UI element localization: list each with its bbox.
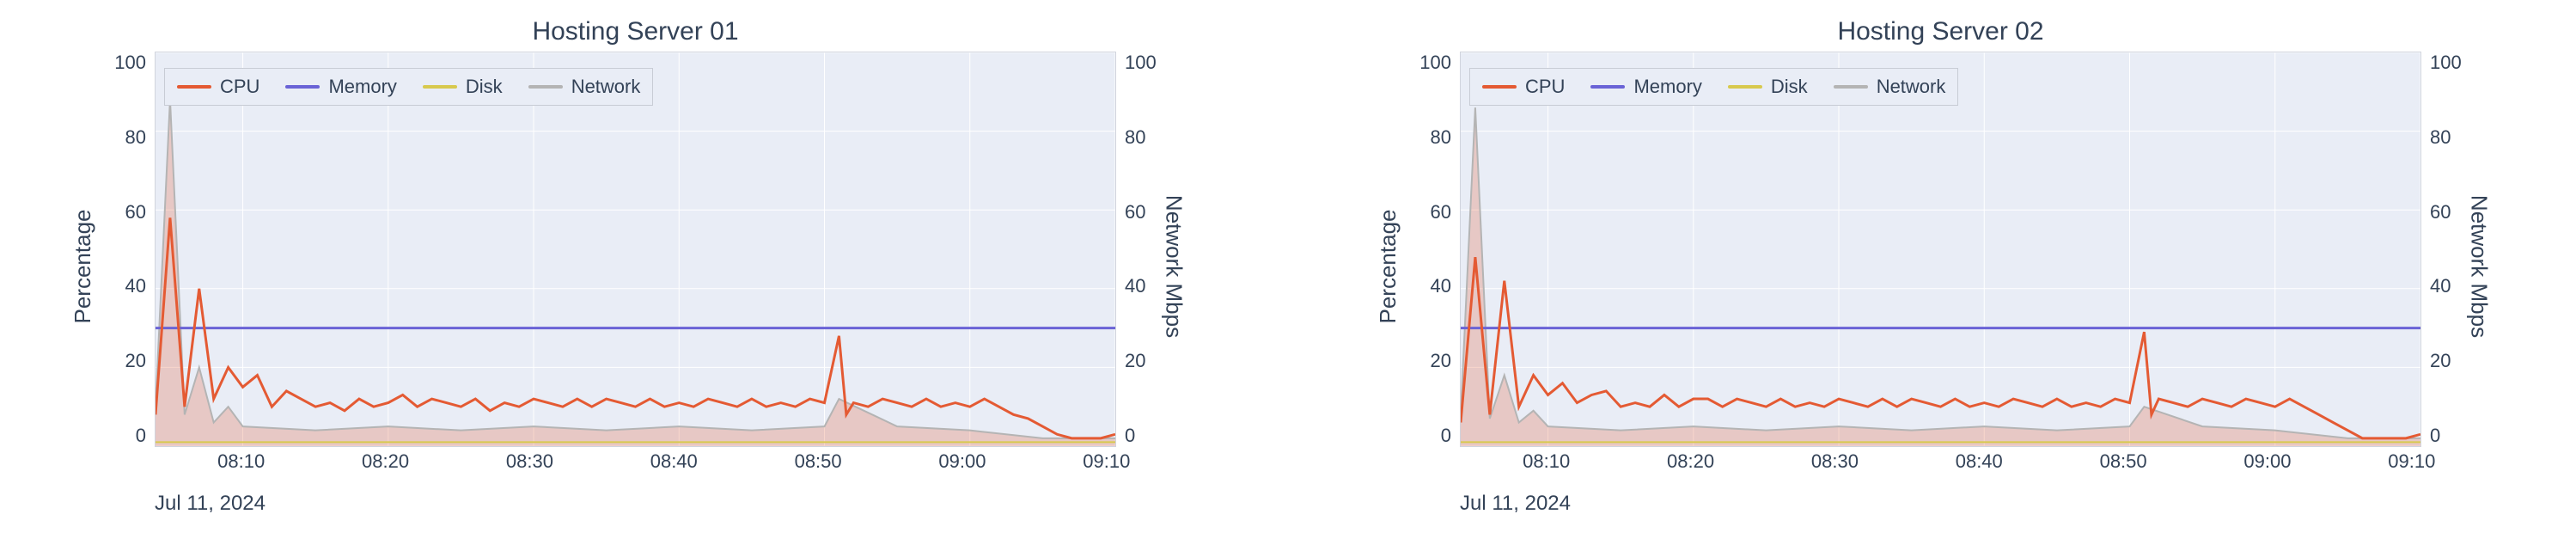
plot-area: CPU Memory Disk Network [1460,52,2421,447]
legend-label: Disk [466,76,503,98]
xtick: 08:10 [217,450,265,473]
chart-title: Hosting Server 02 [1340,17,2542,46]
xtick: 09:10 [2388,450,2435,473]
chart-hosting-server-01: Hosting Server 01 Percentage Network Mbp… [34,17,1236,540]
legend-item-disk: Disk [1728,76,1808,98]
xtick: 09:10 [1083,450,1130,473]
ytick: 100 [86,52,146,74]
y-ticks-left: 100 80 60 40 20 0 [1391,52,1451,447]
legend: CPU Memory Disk Network [1469,68,1958,106]
x-ticks: 08:10 08:20 08:30 08:40 08:50 09:00 09:1… [1460,450,2421,481]
xtick: 08:30 [1811,450,1859,473]
swatch-cpu [177,85,211,89]
xtick: 09:00 [938,450,986,473]
chart-hosting-server-02: Hosting Server 02 Percentage Network Mbp… [1340,17,2542,540]
x-ticks: 08:10 08:20 08:30 08:40 08:50 09:00 09:1… [155,450,1116,481]
legend-item-cpu: CPU [1482,76,1565,98]
xtick: 08:40 [650,450,698,473]
ytick: 40 [86,275,146,297]
y-ticks-right: 100 80 60 40 20 0 [1125,52,1185,447]
ytick: 60 [1391,201,1451,223]
xtick: 08:10 [1523,450,1570,473]
ytick: 60 [86,201,146,223]
legend-item-cpu: CPU [177,76,259,98]
legend: CPU Memory Disk Network [164,68,653,106]
ytick: 20 [86,350,146,372]
swatch-memory [285,85,320,89]
swatch-network [528,85,563,89]
swatch-network [1834,85,1868,89]
y-ticks-left: 100 80 60 40 20 0 [86,52,146,447]
swatch-disk [1728,85,1762,89]
ytick: 40 [1125,275,1185,297]
chart-svg-0 [156,52,1115,446]
legend-label: Disk [1771,76,1808,98]
chart-svg-1 [1461,52,2420,446]
ytick: 20 [1125,350,1185,372]
swatch-cpu [1482,85,1517,89]
ytick: 0 [1125,425,1185,447]
xtick: 08:20 [362,450,409,473]
legend-item-disk: Disk [423,76,503,98]
legend-item-network: Network [528,76,641,98]
chart-title: Hosting Server 01 [34,17,1236,46]
ytick: 20 [1391,350,1451,372]
legend-label: CPU [220,76,259,98]
ytick: 80 [2430,126,2490,149]
ytick: 0 [1391,425,1451,447]
swatch-memory [1590,85,1625,89]
ytick: 100 [2430,52,2490,74]
legend-item-network: Network [1834,76,1946,98]
ytick: 80 [86,126,146,149]
legend-item-memory: Memory [1590,76,1701,98]
legend-label: CPU [1525,76,1565,98]
legend-item-memory: Memory [285,76,396,98]
date-label: Jul 11, 2024 [1460,492,1571,516]
legend-label: Network [1877,76,1946,98]
plot-zone: Percentage Network Mbps 100 80 60 40 20 … [34,52,1236,481]
ytick: 60 [1125,201,1185,223]
ytick: 0 [86,425,146,447]
xtick: 08:50 [2100,450,2147,473]
ytick: 60 [2430,201,2490,223]
plot-zone: Percentage Network Mbps 100 80 60 40 20 … [1340,52,2542,481]
plot-area: CPU Memory Disk Network [155,52,1116,447]
xtick: 08:50 [795,450,842,473]
ytick: 40 [2430,275,2490,297]
ytick: 100 [1125,52,1185,74]
date-label: Jul 11, 2024 [155,492,266,516]
xtick: 08:40 [1956,450,2003,473]
xtick: 09:00 [2243,450,2291,473]
legend-label: Memory [1633,76,1701,98]
ytick: 80 [1391,126,1451,149]
y-ticks-right: 100 80 60 40 20 0 [2430,52,2490,447]
xtick: 08:30 [506,450,553,473]
legend-label: Memory [328,76,396,98]
ytick: 40 [1391,275,1451,297]
ytick: 100 [1391,52,1451,74]
ytick: 0 [2430,425,2490,447]
swatch-disk [423,85,457,89]
legend-label: Network [571,76,641,98]
ytick: 80 [1125,126,1185,149]
ytick: 20 [2430,350,2490,372]
xtick: 08:20 [1667,450,1714,473]
